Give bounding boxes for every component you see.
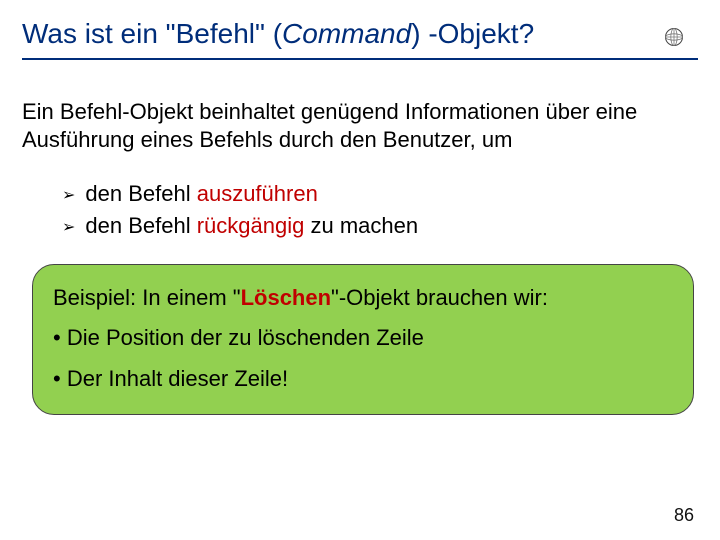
bullet-text: den Befehl auszuführen [85, 179, 317, 209]
title-prefix: Was ist ein "Befehl" ( [22, 18, 282, 49]
example-box: Beispiel: In einem "Löschen"-Objekt brau… [32, 264, 694, 414]
list-item: ➢ den Befehl rückgängig zu machen [62, 211, 692, 241]
bullet-list: ➢ den Befehl auszuführen ➢ den Befehl rü… [0, 153, 720, 240]
intro-text: Ein Befehl-Objekt beinhaltet genügend In… [0, 60, 720, 153]
title-suffix: ) -Objekt? [411, 18, 534, 49]
page-number: 86 [674, 505, 694, 526]
globe-icon [664, 27, 684, 47]
title-italic: Command [282, 18, 411, 49]
arrow-icon: ➢ [62, 185, 75, 207]
example-point: • Der Inhalt dieser Zeile! [53, 362, 673, 396]
list-item: ➢ den Befehl auszuführen [62, 179, 692, 209]
slide: Was ist ein "Befehl" (Command) -Objekt? … [0, 0, 720, 540]
page-title: Was ist ein "Befehl" (Command) -Objekt? [22, 18, 534, 50]
example-lead: Beispiel: In einem "Löschen"-Objekt brau… [53, 281, 673, 315]
title-row: Was ist ein "Befehl" (Command) -Objekt? [0, 0, 720, 58]
bullet-text: den Befehl rückgängig zu machen [85, 211, 418, 241]
arrow-icon: ➢ [62, 217, 75, 239]
example-point: • Die Position der zu löschenden Zeile [53, 321, 673, 355]
